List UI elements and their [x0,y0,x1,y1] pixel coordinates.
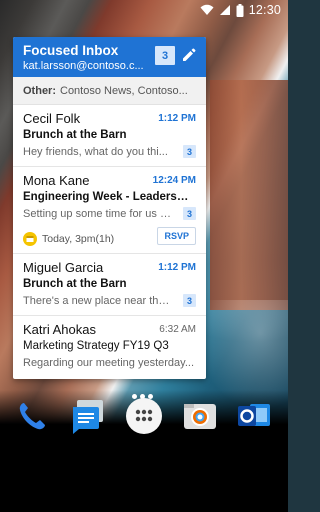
email-preview: Regarding our meeting yesterday... [23,357,194,369]
email-subject: Marketing Strategy FY19 Q3 [23,340,169,352]
other-inbox-row[interactable]: Other: Contoso News, Contoso... [13,77,206,105]
thread-count-badge: 3 [183,145,196,158]
account-email: kat.larsson@contoso.c... [23,60,144,72]
status-time: 12:30 [248,3,281,17]
outlook-inbox-widget: Focused Inbox kat.larsson@contoso.c... 3… [13,37,206,379]
calendar-event-icon [23,232,37,246]
messages-icon [69,397,107,440]
battery-icon [236,3,244,17]
email-time: 1:12 PM [158,113,196,124]
app-drawer-icon [125,397,163,440]
other-label: Other: [23,84,56,97]
phone-icon [15,399,49,438]
email-item[interactable]: Cecil Folk 1:12 PM Brunch at the Barn He… [13,105,206,167]
app-dock [0,397,288,442]
camera-app[interactable] [180,398,220,438]
unread-count-badge: 3 [155,46,175,65]
outlook-icon [235,397,273,440]
email-preview: Setting up some time for us al... [23,208,173,220]
phone-app[interactable] [12,398,52,438]
wifi-icon [200,4,214,16]
thread-count-badge: 3 [183,294,196,307]
email-time: 1:12 PM [158,262,196,273]
event-time: Today, 3pm(1h) [42,233,115,245]
email-subject: Brunch at the Barn [23,278,127,290]
other-senders: Contoso News, Contoso... [60,84,188,97]
rsvp-button[interactable]: RSVP [157,227,196,245]
camera-icon [181,397,219,440]
pencil-icon [181,48,197,67]
compose-button[interactable] [181,47,197,68]
email-item[interactable]: Miguel Garcia 1:12 PM Brunch at the Barn… [13,254,206,316]
widget-header[interactable]: Focused Inbox kat.larsson@contoso.c... 3 [13,37,206,77]
status-bar: 12:30 [0,0,288,20]
app-drawer-button[interactable] [124,397,164,440]
email-preview: There's a new place near the... [23,295,173,307]
messages-app[interactable] [68,398,108,438]
email-subject: Engineering Week - Leadership... [23,191,191,203]
email-subject: Brunch at the Barn [23,129,127,141]
email-preview: Hey friends, what do you thi... [23,146,168,158]
email-item[interactable]: Mona Kane 12:24 PM Engineering Week - Le… [13,167,206,254]
email-item[interactable]: Katri Ahokas 6:32 AM Marketing Strategy … [13,316,206,378]
cell-signal-icon [219,4,231,16]
email-time: 6:32 AM [159,324,196,335]
outlook-app[interactable] [234,398,274,438]
email-time: 12:24 PM [152,175,196,186]
thread-count-badge: 3 [183,207,196,220]
